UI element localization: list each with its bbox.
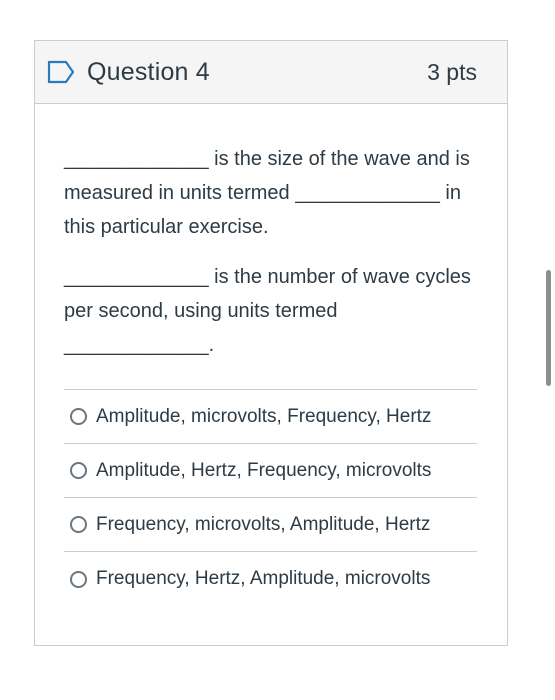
question-title: Question 4 [87,57,210,86]
question-paragraph-1: _____________ is the size of the wave an… [64,148,470,238]
answer-label: Amplitude, Hertz, Frequency, microvolts [96,459,432,481]
question-header: Question 4 3 pts [35,41,507,104]
answer-label: Frequency, microvolts, Amplitude, Hertz [96,513,431,535]
answer-option-1[interactable]: Amplitude, microvolts, Frequency, Hertz [64,390,477,444]
flag-question-icon[interactable] [47,60,75,84]
radio-icon[interactable] [70,516,87,533]
answer-list: Amplitude, microvolts, Frequency, Hertz … [64,389,477,606]
vertical-scrollbar[interactable] [546,270,551,386]
answer-option-3[interactable]: Frequency, microvolts, Amplitude, Hertz [64,498,477,552]
question-points: 3 pts [427,58,477,85]
radio-icon[interactable] [70,462,87,479]
radio-icon[interactable] [70,570,87,588]
answer-label: Amplitude, microvolts, Frequency, Hertz [96,405,432,427]
radio-icon[interactable] [70,408,87,425]
question-card: Question 4 3 pts _____________ is the si… [34,40,508,646]
question-text: _____________ is the size of the wave an… [64,142,477,362]
question-body: _____________ is the size of the wave an… [35,104,507,606]
answer-option-4[interactable]: Frequency, Hertz, Amplitude, microvolts [64,552,477,606]
question-paragraph-2: _____________ is the number of wave cycl… [64,266,471,356]
answer-option-2[interactable]: Amplitude, Hertz, Frequency, microvolts [64,444,477,498]
answer-label: Frequency, Hertz, Amplitude, microvolts [96,568,431,589]
